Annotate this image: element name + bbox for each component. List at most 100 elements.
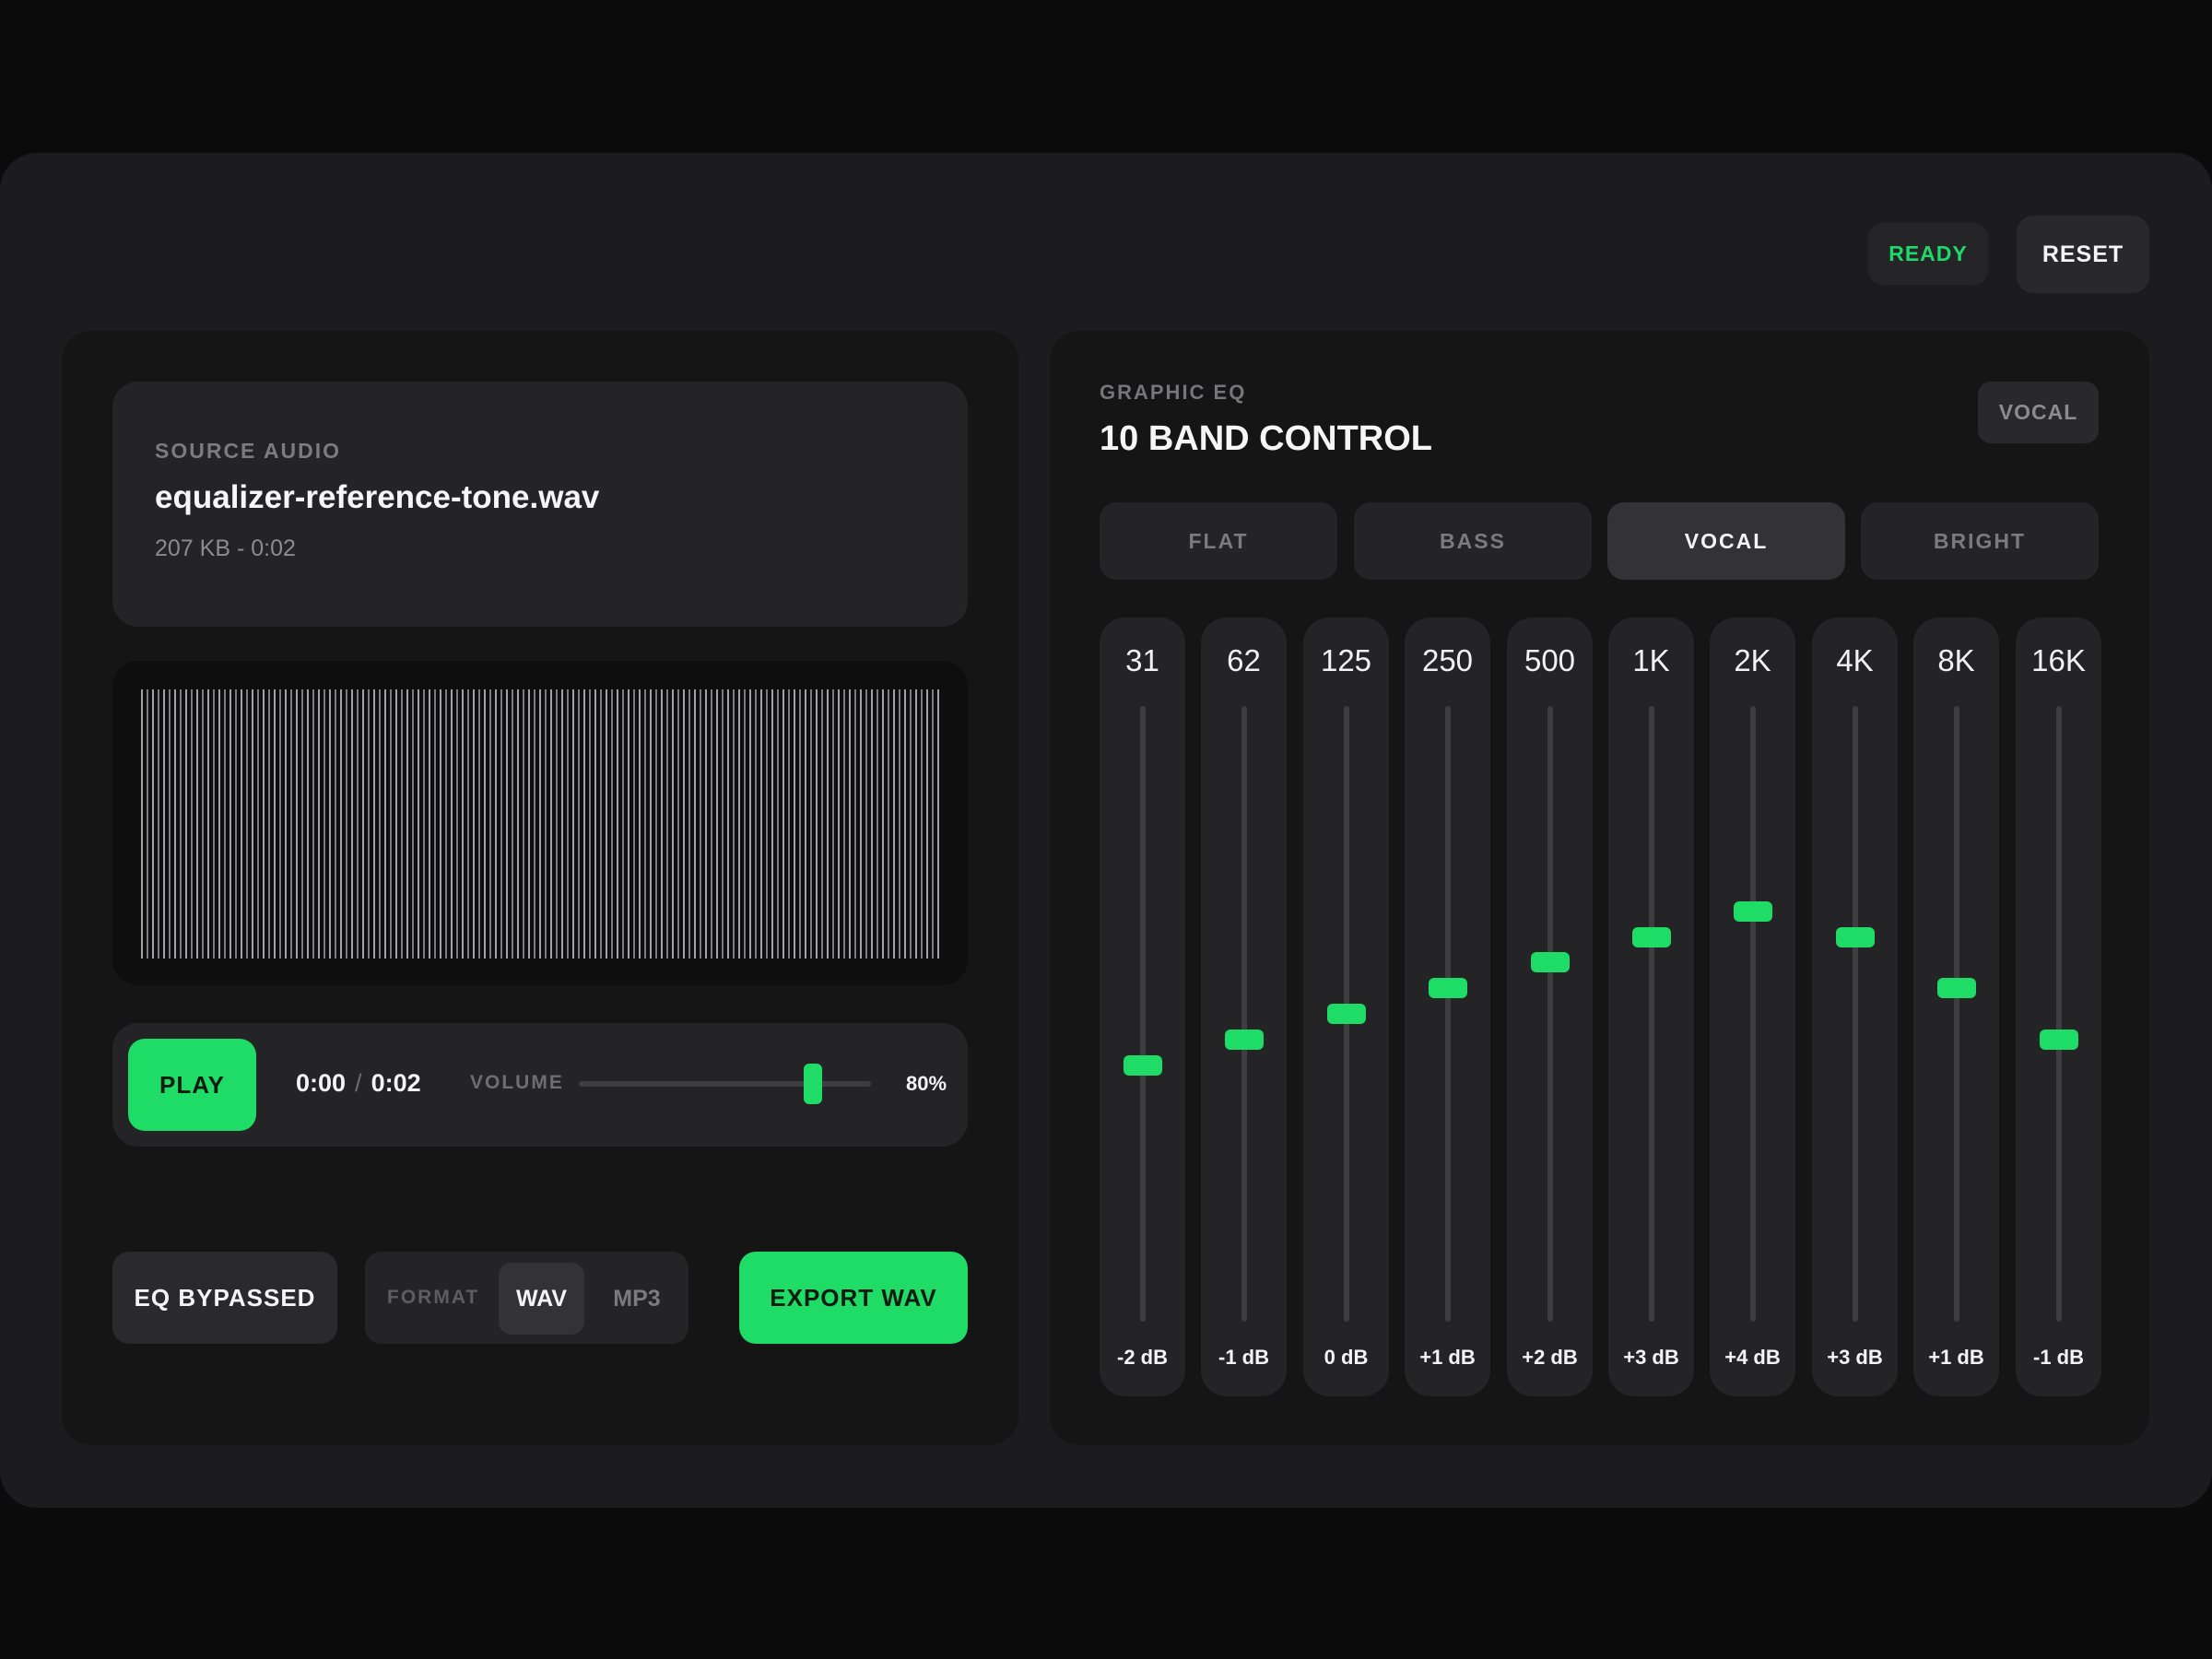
waveform-bar (329, 689, 331, 959)
band-slider-thumb[interactable] (1123, 1054, 1162, 1076)
band-slider-track[interactable] (1953, 706, 1959, 1322)
band-slider-track[interactable] (2055, 706, 2062, 1322)
waveform-bar (207, 689, 209, 959)
band-slider-thumb[interactable] (1530, 952, 1570, 973)
waveform-bar (578, 689, 580, 959)
band-frequency-label: 4K (1836, 643, 1874, 677)
waveform-bar (556, 689, 558, 959)
waveform-bar (865, 689, 867, 959)
preset-bright-button[interactable]: BRIGHT (1861, 502, 2099, 580)
band-slider-track[interactable] (1241, 706, 1247, 1322)
waveform-bar (224, 689, 226, 959)
band-slider-track[interactable] (1444, 706, 1451, 1322)
waveform-bar (147, 689, 148, 959)
export-button[interactable]: EXPORT WAV (739, 1252, 968, 1344)
band-gain-label: +1 dB (1928, 1346, 1984, 1369)
waveform-bar (523, 689, 524, 959)
waveform-bar (771, 689, 773, 959)
waveform-bar (755, 689, 757, 959)
waveform-bar (296, 689, 298, 959)
waveform-bar (843, 689, 845, 959)
waveform-bar (174, 689, 176, 959)
waveform-bar (827, 689, 829, 959)
play-button[interactable]: PLAY (128, 1039, 256, 1131)
waveform-bar (163, 689, 165, 959)
waveform-bar (263, 689, 265, 959)
waveform-bar (683, 689, 685, 959)
band-slider-thumb[interactable] (1936, 978, 1976, 999)
waveform-bar (373, 689, 375, 959)
waveform-bar (882, 689, 884, 959)
waveform-bar (561, 689, 563, 959)
waveform-bar (893, 689, 895, 959)
waveform-bar (904, 689, 906, 959)
waveform-bar (688, 689, 690, 959)
band-slider-track[interactable] (1648, 706, 1654, 1322)
band-slider-track[interactable] (1852, 706, 1858, 1322)
band-slider-track[interactable] (1139, 706, 1146, 1322)
waveform-bar (235, 689, 237, 959)
waveform-bar (738, 689, 740, 959)
eq-preset-badge: VOCAL (1978, 382, 2099, 443)
band-frequency-label: 250 (1421, 643, 1474, 677)
waveform-bar (478, 689, 480, 959)
waveform-bar (550, 689, 552, 959)
waveform-bar (926, 689, 928, 959)
waveform-bar (921, 689, 923, 959)
waveform-bar (395, 689, 397, 959)
waveform-bar (246, 689, 248, 959)
preset-flat-button[interactable]: FLAT (1100, 502, 1337, 580)
band-gain-label: +3 dB (1623, 1346, 1679, 1369)
waveform-bar (744, 689, 746, 959)
band-slider-thumb[interactable] (2039, 1029, 2078, 1050)
band-slider-thumb[interactable] (1631, 926, 1671, 947)
time-readout: 0:00 / 0:02 (296, 1069, 421, 1098)
band-frequency-label: 31 (1125, 643, 1159, 677)
band-frequency-label: 125 (1320, 643, 1372, 677)
waveform-bar (412, 689, 414, 959)
waveform-bar (312, 689, 314, 959)
waveform-bar (672, 689, 674, 959)
band-slider-thumb[interactable] (1326, 1004, 1366, 1024)
waveform-display[interactable] (112, 661, 968, 985)
waveform-bar (346, 689, 347, 959)
source-kicker: SOURCE AUDIO (155, 439, 342, 463)
waveform-bar (434, 689, 436, 959)
format-wav-option[interactable]: WAV (499, 1263, 584, 1335)
band-slider-track[interactable] (1547, 706, 1553, 1322)
waveform-bar (451, 689, 453, 959)
waveform-bar (572, 689, 574, 959)
preset-vocal-button[interactable]: VOCAL (1607, 502, 1845, 580)
waveform-bar (506, 689, 508, 959)
reset-button[interactable]: RESET (2017, 216, 2149, 293)
waveform-bar (351, 689, 353, 959)
band-slider-thumb[interactable] (1428, 978, 1467, 999)
waveform-bar (429, 689, 430, 959)
eq-bypass-button[interactable]: EQ BYPASSED (112, 1252, 337, 1344)
waveform-bar (324, 689, 325, 959)
waveform-bar (888, 689, 889, 959)
waveform-bar (401, 689, 403, 959)
volume-slider-thumb[interactable] (803, 1064, 822, 1104)
waveform-bar (910, 689, 912, 959)
waveform-bar (274, 689, 276, 959)
band-slider-track[interactable] (1749, 706, 1756, 1322)
preset-bass-button[interactable]: BASS (1354, 502, 1592, 580)
waveform-bar (694, 689, 696, 959)
waveform-bar (229, 689, 231, 959)
format-mp3-option[interactable]: MP3 (599, 1263, 675, 1335)
volume-slider-track[interactable] (579, 1081, 871, 1087)
waveform-bar (832, 689, 834, 959)
waveform-bar (639, 689, 641, 959)
waveform-bar (440, 689, 441, 959)
waveform-bar (583, 689, 585, 959)
band-gain-label: +3 dB (1827, 1346, 1883, 1369)
waveform-bar (456, 689, 458, 959)
band-slider-thumb[interactable] (1733, 900, 1772, 922)
band-slider-thumb[interactable] (1224, 1029, 1264, 1050)
waveform-bar (777, 689, 779, 959)
waveform-bar (700, 689, 701, 959)
waveform-bar (252, 689, 253, 959)
band-slider-thumb[interactable] (1835, 926, 1875, 947)
waveform-bar (445, 689, 447, 959)
